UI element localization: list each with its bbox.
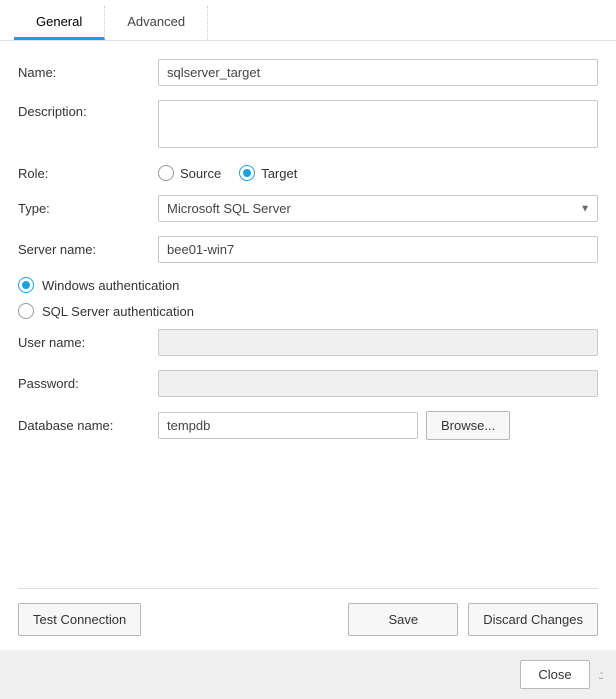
radio-icon [18,303,34,319]
row-description: Description: [18,100,598,151]
label-server-name: Server name: [18,242,158,257]
label-type: Type: [18,201,158,216]
resize-grip-icon: .:: [598,668,602,682]
label-database-name: Database name: [18,418,158,433]
role-source-label: Source [180,166,221,181]
type-select[interactable]: Microsoft SQL Server [158,195,598,222]
test-connection-button[interactable]: Test Connection [18,603,141,636]
server-name-input[interactable] [158,236,598,263]
close-bar: Close .:: [0,650,616,699]
role-target-label: Target [261,166,297,181]
row-type: Type: Microsoft SQL Server ▼ [18,195,598,222]
tab-bar: General Advanced [0,0,616,41]
auth-windows-label: Windows authentication [42,278,179,293]
row-server-name: Server name: [18,236,598,263]
auth-windows-radio[interactable]: Windows authentication [18,277,598,293]
role-source-radio[interactable]: Source [158,165,221,181]
label-name: Name: [18,65,158,80]
radio-icon [158,165,174,181]
tab-advanced[interactable]: Advanced [105,6,208,40]
row-name: Name: [18,59,598,86]
radio-icon [18,277,34,293]
row-user-name: User name: [18,329,598,356]
form-area: Name: Description: Role: Source Target T… [0,41,616,588]
discard-changes-button[interactable]: Discard Changes [468,603,598,636]
row-password: Password: [18,370,598,397]
auth-sqlserver-label: SQL Server authentication [42,304,194,319]
footer-bar: Test Connection Save Discard Changes [0,589,616,650]
description-input[interactable] [158,100,598,148]
browse-button[interactable]: Browse... [426,411,510,440]
label-description: Description: [18,100,158,119]
radio-icon [239,165,255,181]
auth-sqlserver-radio[interactable]: SQL Server authentication [18,303,598,319]
row-role: Role: Source Target [18,165,598,181]
password-input [158,370,598,397]
label-user-name: User name: [18,335,158,350]
database-name-input[interactable] [158,412,418,439]
role-target-radio[interactable]: Target [239,165,297,181]
label-password: Password: [18,376,158,391]
tab-general[interactable]: General [14,6,105,40]
row-database-name: Database name: Browse... [18,411,598,440]
close-button[interactable]: Close [520,660,590,689]
name-input[interactable] [158,59,598,86]
user-name-input [158,329,598,356]
save-button[interactable]: Save [348,603,458,636]
label-role: Role: [18,166,158,181]
